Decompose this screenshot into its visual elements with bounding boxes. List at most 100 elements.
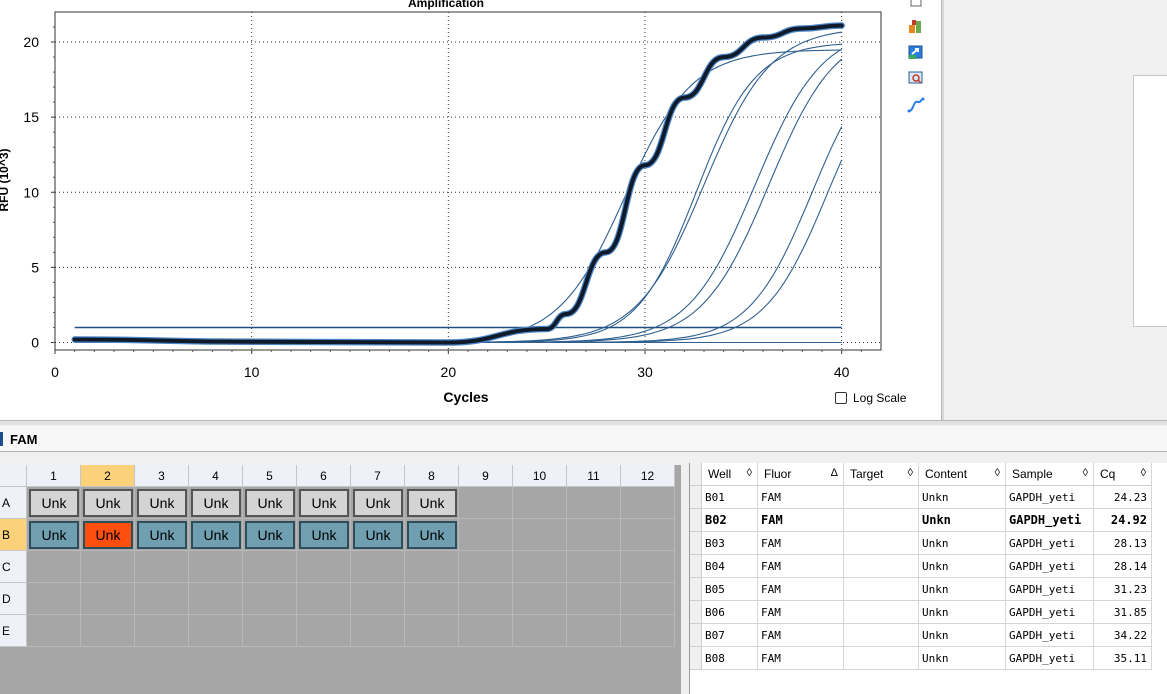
plate-cell[interactable] [81, 615, 135, 647]
plate-cell[interactable] [135, 583, 189, 615]
well-a7[interactable]: Unk [353, 489, 403, 517]
plate-cell[interactable]: Unk [297, 519, 351, 551]
well-b3[interactable]: Unk [137, 521, 187, 549]
plate-cell[interactable]: Unk [27, 487, 81, 519]
plate-column-header[interactable]: 3 [135, 465, 189, 487]
sort-icon[interactable]: ◊ [995, 467, 1000, 479]
plate-cell[interactable] [567, 519, 621, 551]
row-header[interactable] [690, 601, 702, 624]
plate-cell[interactable]: Unk [405, 519, 459, 551]
amplification-chart[interactable]: Amplification 0 10 20 30 40 0 5 10 15 20 RFU (10^… [0, 0, 941, 420]
well-a4[interactable]: Unk [191, 489, 241, 517]
plate-cell[interactable] [567, 615, 621, 647]
plate-column-header[interactable]: 4 [189, 465, 243, 487]
well-a3[interactable]: Unk [137, 489, 187, 517]
plate-cell[interactable] [351, 583, 405, 615]
plate-cell[interactable] [459, 615, 513, 647]
well-b8[interactable]: Unk [407, 521, 457, 549]
row-header[interactable] [690, 647, 702, 670]
well-b6[interactable]: Unk [299, 521, 349, 549]
plate-column-header[interactable]: 10 [513, 465, 567, 487]
checkbox-box[interactable] [835, 392, 847, 404]
row-header[interactable] [690, 509, 702, 532]
sort-icon[interactable]: ◊ [747, 467, 752, 479]
plate-cell[interactable]: Unk [81, 487, 135, 519]
log-scale-checkbox[interactable]: Log Scale [835, 391, 906, 405]
plate-cell[interactable] [297, 583, 351, 615]
plate-cell[interactable] [459, 551, 513, 583]
plate-column-header[interactable]: 11 [567, 465, 621, 487]
well-b4[interactable]: Unk [191, 521, 241, 549]
plate-cell[interactable] [27, 583, 81, 615]
column-header-fluor[interactable]: Fluor Δ [758, 463, 844, 486]
plate-cell[interactable]: Unk [189, 519, 243, 551]
plate-column-header[interactable]: 12 [621, 465, 675, 487]
plate-cell[interactable] [621, 551, 675, 583]
plate-cell[interactable] [243, 615, 297, 647]
plate-cell[interactable] [27, 615, 81, 647]
plate-cell[interactable] [459, 487, 513, 519]
sort-icon[interactable]: ◊ [908, 467, 913, 479]
plate-cell[interactable]: Unk [189, 487, 243, 519]
plate-cell[interactable] [189, 583, 243, 615]
plate-row-header[interactable]: A [0, 487, 27, 519]
plate-column-header[interactable]: 5 [243, 465, 297, 487]
plate-cell[interactable] [513, 615, 567, 647]
plate-cell[interactable]: Unk [27, 519, 81, 551]
plate-cell[interactable] [513, 519, 567, 551]
plate-cell[interactable] [513, 487, 567, 519]
row-header[interactable] [690, 532, 702, 555]
export-icon[interactable] [906, 43, 926, 61]
row-header[interactable] [690, 578, 702, 601]
copy-icon[interactable] [906, 0, 926, 10]
plate-cell[interactable] [297, 615, 351, 647]
plate-cell[interactable] [189, 551, 243, 583]
plate-cell[interactable]: Unk [297, 487, 351, 519]
plate-cell[interactable]: Unk [243, 487, 297, 519]
plate-row-header[interactable]: C [0, 551, 27, 583]
sort-icon[interactable]: ◊ [1141, 467, 1146, 479]
plate-column-header[interactable]: 9 [459, 465, 513, 487]
well-a2[interactable]: Unk [83, 489, 133, 517]
plate-cell[interactable]: Unk [351, 487, 405, 519]
plate-cell[interactable]: Unk [405, 487, 459, 519]
well-a1[interactable]: Unk [29, 489, 79, 517]
row-header[interactable] [690, 555, 702, 578]
curve-icon[interactable] [906, 96, 926, 114]
plate-cell[interactable] [243, 583, 297, 615]
plate-cell[interactable] [81, 551, 135, 583]
plate-cell[interactable] [189, 615, 243, 647]
tools-icon[interactable] [906, 17, 926, 35]
plate-cell[interactable] [621, 487, 675, 519]
plate-cell[interactable]: Unk [243, 519, 297, 551]
zoom-icon[interactable] [906, 69, 926, 87]
well-b1[interactable]: Unk [29, 521, 79, 549]
plate-cell[interactable]: Unk [351, 519, 405, 551]
well-b2[interactable]: Unk [83, 521, 133, 549]
plate-cell[interactable] [621, 583, 675, 615]
plate-cell[interactable] [459, 583, 513, 615]
plate-cell[interactable] [351, 551, 405, 583]
plate-cell[interactable] [405, 583, 459, 615]
plate-cell[interactable] [405, 551, 459, 583]
well-b7[interactable]: Unk [353, 521, 403, 549]
plate-cell[interactable]: Unk [135, 487, 189, 519]
plate-row-header[interactable]: E [0, 615, 27, 647]
column-header-content[interactable]: Content ◊ [919, 463, 1006, 486]
sort-icon[interactable]: ◊ [1083, 467, 1088, 479]
plate-cell[interactable] [567, 551, 621, 583]
sort-icon[interactable]: Δ [831, 467, 838, 479]
column-header-target[interactable]: Target ◊ [844, 463, 919, 486]
fluorophore-tab[interactable]: FAM [0, 426, 1167, 452]
plate-column-header[interactable]: 2 [81, 465, 135, 487]
plate-column-header[interactable]: 7 [351, 465, 405, 487]
plate-cell[interactable] [567, 487, 621, 519]
well-a6[interactable]: Unk [299, 489, 349, 517]
plate-cell[interactable] [81, 583, 135, 615]
row-header[interactable] [690, 486, 702, 509]
plate-corner[interactable] [0, 465, 27, 487]
well-b5[interactable]: Unk [245, 521, 295, 549]
plate-column-header[interactable]: 6 [297, 465, 351, 487]
column-header-sample[interactable]: Sample ◊ [1006, 463, 1094, 486]
plate-cell[interactable] [135, 615, 189, 647]
